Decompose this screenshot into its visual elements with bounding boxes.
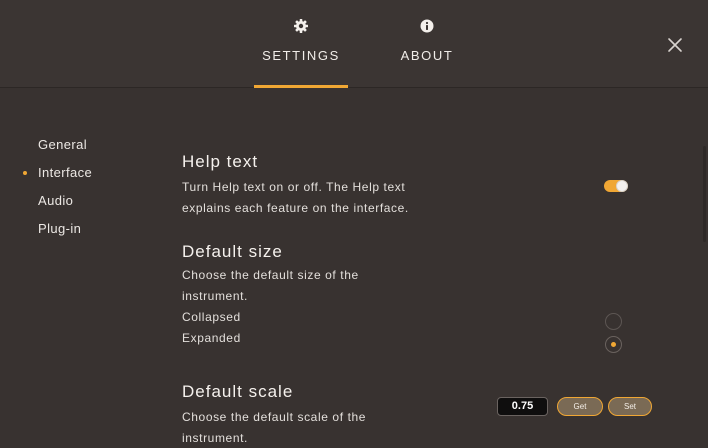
help-text-description: Turn Help text on or off. The Help text … bbox=[182, 177, 409, 219]
scrollbar[interactable] bbox=[703, 146, 706, 242]
set-scale-button[interactable]: Set bbox=[608, 397, 652, 416]
default-size-title: Default size bbox=[182, 242, 283, 261]
default-scale-desc-line: instrument. bbox=[182, 431, 248, 445]
help-text-title: Help text bbox=[182, 152, 259, 171]
sidebar-item-label: Interface bbox=[38, 165, 93, 180]
close-icon[interactable] bbox=[665, 35, 685, 55]
sidebar-item-general[interactable]: General bbox=[22, 136, 92, 164]
scale-value-field[interactable]: 0.75 bbox=[497, 397, 548, 416]
default-scale-title: Default scale bbox=[182, 382, 294, 401]
get-scale-button[interactable]: Get bbox=[557, 397, 603, 416]
option-expanded-label: Expanded bbox=[182, 331, 241, 345]
sidebar-item-audio[interactable]: Audio bbox=[22, 192, 92, 220]
tab-about-label: ABOUT bbox=[400, 48, 454, 63]
settings-sidebar: General Interface Audio Plug-in bbox=[22, 136, 92, 248]
sidebar-item-label: General bbox=[38, 137, 88, 152]
default-size-desc-line: instrument. bbox=[182, 289, 248, 303]
default-scale-description: Choose the default scale of the instrume… bbox=[182, 407, 366, 448]
default-size-description: Choose the default size of the instrumen… bbox=[182, 265, 359, 349]
help-text-toggle[interactable] bbox=[604, 180, 628, 192]
default-size-desc-line: Choose the default size of the bbox=[182, 268, 359, 282]
radio-expanded[interactable] bbox=[605, 336, 622, 353]
gear-icon bbox=[294, 19, 308, 33]
toggle-knob bbox=[616, 180, 628, 192]
sidebar-item-label: Plug-in bbox=[38, 221, 82, 236]
radio-collapsed[interactable] bbox=[605, 313, 622, 330]
tab-settings-label: SETTINGS bbox=[262, 48, 340, 63]
active-tab-indicator bbox=[254, 85, 348, 88]
settings-header: SETTINGS ABOUT bbox=[0, 0, 708, 88]
tab-settings[interactable]: SETTINGS bbox=[252, 18, 350, 88]
active-item-dot bbox=[23, 171, 27, 175]
help-text-desc-line: Turn Help text on or off. The Help text bbox=[182, 180, 406, 194]
option-collapsed-label: Collapsed bbox=[182, 310, 241, 324]
default-scale-desc-line: Choose the default scale of the bbox=[182, 410, 367, 424]
help-text-desc-line: explains each feature on the interface. bbox=[182, 201, 409, 215]
tab-about[interactable]: ABOUT bbox=[382, 18, 472, 88]
info-icon bbox=[420, 19, 434, 33]
sidebar-item-interface[interactable]: Interface bbox=[22, 164, 92, 192]
radio-selected-dot bbox=[611, 342, 616, 347]
sidebar-item-label: Audio bbox=[38, 193, 74, 208]
sidebar-item-plug-in[interactable]: Plug-in bbox=[22, 220, 92, 248]
